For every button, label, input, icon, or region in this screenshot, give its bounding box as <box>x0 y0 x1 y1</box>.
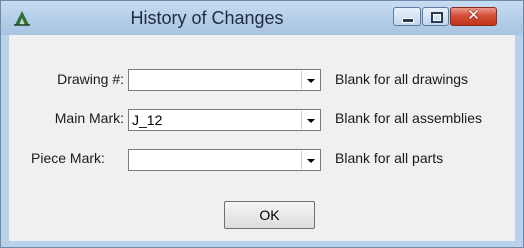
close-icon: ✕ <box>467 6 480 24</box>
main-mark-value: J_12 <box>132 112 163 128</box>
drawing-number-label: Drawing #: <box>57 71 124 87</box>
piece-mark-hint: Blank for all parts <box>335 150 444 166</box>
chevron-down-icon[interactable] <box>301 151 319 169</box>
dialog-window: History of Changes ✕ Drawing #: Blank fo… <box>0 0 524 248</box>
piece-mark-label: Piece Mark: <box>31 150 105 166</box>
main-mark-combo[interactable]: J_12 <box>128 109 321 131</box>
maximize-icon <box>431 12 443 23</box>
chevron-down-icon[interactable] <box>301 111 319 129</box>
ok-button[interactable]: OK <box>224 201 315 229</box>
dialog-body: Drawing #: Blank for all drawings Main M… <box>9 35 515 241</box>
piece-mark-combo[interactable] <box>128 149 321 171</box>
drawing-number-combo[interactable] <box>128 69 321 91</box>
chevron-down-icon[interactable] <box>301 71 319 89</box>
close-button[interactable]: ✕ <box>450 6 497 26</box>
minimize-button[interactable] <box>393 7 421 26</box>
minimize-icon <box>402 18 414 23</box>
main-mark-hint: Blank for all assemblies <box>335 110 483 126</box>
drawing-number-hint: Blank for all drawings <box>335 71 469 87</box>
title-bar[interactable]: History of Changes ✕ <box>1 1 523 35</box>
main-mark-label: Main Mark: <box>54 110 124 126</box>
maximize-button[interactable] <box>422 7 449 26</box>
